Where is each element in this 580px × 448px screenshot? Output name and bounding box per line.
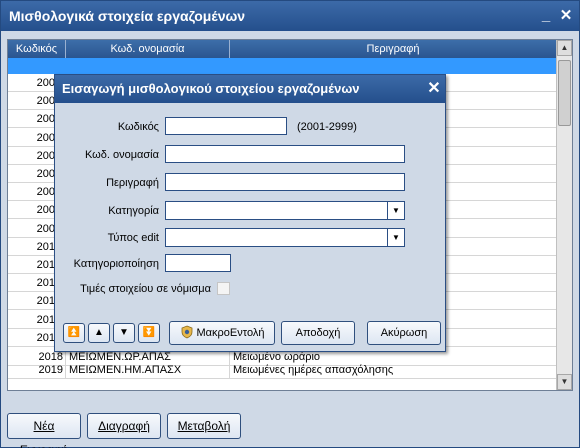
cell-code: 2019	[8, 361, 66, 379]
last-icon: ⏬	[142, 327, 156, 338]
last-record-button[interactable]: ⏬	[138, 323, 160, 343]
code-range-hint: (2001-2999)	[297, 121, 357, 133]
previous-record-button[interactable]: ▲	[88, 323, 110, 343]
grid-header: Κωδικός Κωδ. ονομασία Περιγραφή	[8, 40, 556, 58]
description-label: Περιγραφή	[106, 177, 159, 189]
up-arrow-icon: ▲	[94, 327, 104, 338]
short-name-label: Κωδ. ονομασία	[84, 149, 159, 161]
first-record-button[interactable]: ⏫	[63, 323, 85, 343]
currency-label: Τιμές στοιχείου σε νόμισμα	[80, 283, 211, 295]
edit-type-dropdown[interactable]: ▼	[165, 228, 405, 247]
selected-row[interactable]	[8, 58, 556, 74]
macro-label: ΜακροΕντολή	[196, 327, 265, 339]
dialog-close-button[interactable]: ✕	[425, 75, 443, 103]
cell-description: Μειωμένες ημέρες απασχόλησης	[233, 364, 394, 376]
classification-field[interactable]	[165, 254, 231, 272]
scroll-down-icon[interactable]: ▼	[557, 374, 572, 390]
column-header-short-name[interactable]: Κωδ. ονομασία	[66, 40, 230, 58]
next-record-button[interactable]: ▼	[113, 323, 135, 343]
scroll-thumb[interactable]	[558, 60, 571, 126]
accept-button[interactable]: Αποδοχή	[281, 321, 355, 345]
classification-label: Κατηγοριοποίηση	[73, 258, 159, 270]
first-icon: ⏫	[67, 327, 81, 338]
currency-checkbox[interactable]	[217, 282, 230, 295]
category-label: Κατηγορία	[108, 205, 159, 217]
dialog-title: Εισαγωγή μισθολογικού στοιχείου εργαζομέ…	[55, 75, 445, 103]
delete-button[interactable]: Διαγραφή	[87, 413, 161, 439]
insert-dialog: Εισαγωγή μισθολογικού στοιχείου εργαζομέ…	[54, 74, 446, 352]
description-field[interactable]	[165, 173, 405, 191]
modify-button[interactable]: Μεταβολή	[167, 413, 241, 439]
vertical-scrollbar[interactable]: ▲ ▼	[556, 40, 572, 390]
chevron-down-icon[interactable]: ▼	[387, 202, 404, 219]
cancel-button[interactable]: Ακύρωση	[367, 321, 441, 345]
code-field[interactable]	[165, 117, 287, 135]
shield-gear-icon	[181, 325, 192, 339]
table-row[interactable]: 2019 ΜΕΙΩΜΕΝ.ΗΜ.ΑΠΑΣΧ Μειωμένες ημέρες α…	[8, 361, 556, 379]
macro-button[interactable]: ΜακροΕντολή	[169, 321, 275, 345]
scroll-up-icon[interactable]: ▲	[557, 40, 572, 56]
new-record-button[interactable]: Νέα Εγγραφή	[7, 413, 81, 448]
short-name-field[interactable]	[165, 145, 405, 163]
close-window-button[interactable]: ✕	[557, 1, 575, 31]
column-header-code[interactable]: Κωδικός	[8, 40, 66, 58]
window-title: Μισθολογικά στοιχεία εργαζομένων	[1, 1, 579, 31]
code-label: Κωδικός	[117, 121, 159, 133]
minimize-button[interactable]: _	[537, 1, 555, 31]
category-dropdown[interactable]: ▼	[165, 201, 405, 220]
down-arrow-icon: ▼	[119, 327, 129, 338]
chevron-down-icon[interactable]: ▼	[387, 229, 404, 246]
cell-short-name: ΜΕΙΩΜΕΝ.ΗΜ.ΑΠΑΣΧ	[66, 361, 230, 379]
column-header-description[interactable]: Περιγραφή	[230, 40, 556, 58]
edit-type-label: Τύπος edit	[107, 232, 159, 244]
